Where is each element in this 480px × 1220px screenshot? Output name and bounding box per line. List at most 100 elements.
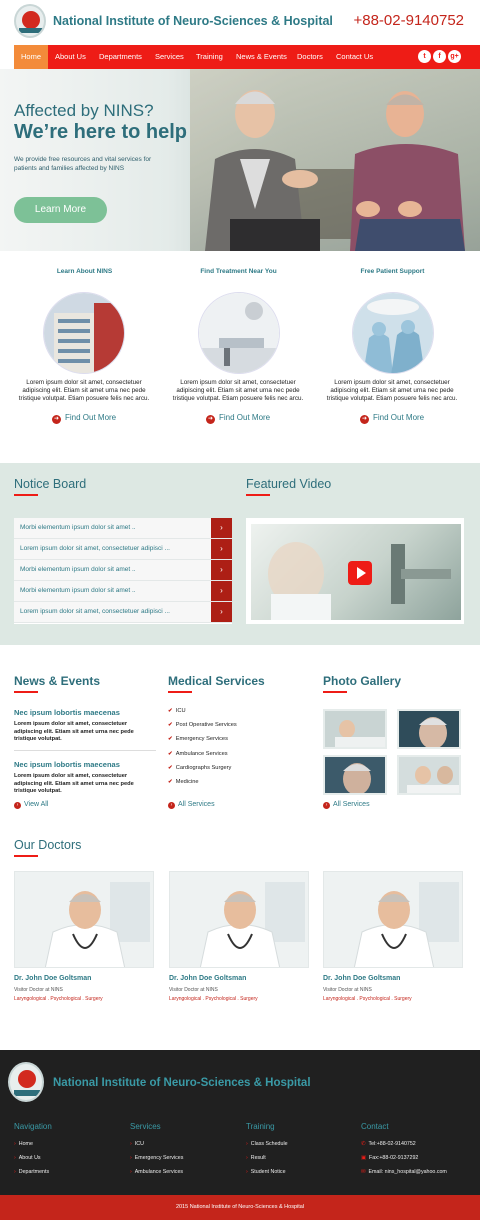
footer-link-emergency[interactable]: › Emergency Services <box>130 1155 183 1161</box>
news-events-heading: News & Events <box>14 674 101 688</box>
nav-item-news-events[interactable]: News & Events <box>236 45 287 69</box>
gallery-photo[interactable] <box>323 709 387 749</box>
doctor-photo[interactable] <box>14 871 154 968</box>
column-text: Lorem ipsum dolor sit amet, consectetuer… <box>172 379 304 402</box>
chevron-right-icon[interactable]: › <box>211 518 232 538</box>
site-title[interactable]: National Institute of Neuro-Sciences & H… <box>53 14 333 28</box>
footer-link-class-schedule[interactable]: › Class Schedule <box>246 1141 288 1147</box>
chevron-right-icon[interactable]: › <box>211 581 232 601</box>
service-item[interactable]: ✔ Ambulance Services <box>168 751 228 757</box>
heading-underline <box>14 855 38 857</box>
doctor-specialties: Laryngological . Psychological . Surgery <box>169 996 258 1002</box>
phone-icon: ✆ <box>361 1141 366 1147</box>
check-icon: ✔ <box>168 708 173 714</box>
featured-video[interactable] <box>246 518 464 624</box>
footer-link-label: ICU <box>134 1141 144 1147</box>
gallery-all-link[interactable]: › All Services <box>323 801 370 809</box>
nav-item-doctors[interactable]: Doctors <box>297 45 323 69</box>
all-services-link[interactable]: › All Services <box>168 801 215 809</box>
doctor-name[interactable]: Dr. John Doe Goltsman <box>14 975 91 982</box>
arrow-right-icon: ➜ <box>360 415 369 424</box>
column-find-treatment: Find Treatment Near You <box>166 268 311 275</box>
link-label: Find Out More <box>219 413 271 422</box>
hero-body: We provide free resources and vital serv… <box>14 156 152 172</box>
arrow-right-icon: › <box>168 802 175 809</box>
photo-gallery-heading: Photo Gallery <box>323 674 402 688</box>
footer-contact-email[interactable]: ✉ Email: nins_hospital@yahoo.com <box>361 1169 447 1175</box>
nav-item-home[interactable]: Home <box>14 45 49 69</box>
link-label: Find Out More <box>373 413 425 422</box>
check-icon: ✔ <box>168 765 173 771</box>
footer-link-departments[interactable]: › Departments <box>14 1169 49 1175</box>
footer-contact-label: Fax:+88-02-9137292 <box>369 1155 419 1161</box>
notice-text: Lorem ipsum dolor sit amet, consectetuer… <box>20 545 170 552</box>
service-label: Emergency Services <box>175 736 228 742</box>
nav-item-departments[interactable]: Departments <box>99 45 142 69</box>
find-out-more-link[interactable]: ➜ Find Out More <box>206 413 270 424</box>
facebook-icon[interactable]: f <box>433 50 446 63</box>
column-title: Free Patient Support <box>360 268 425 275</box>
news-title[interactable]: Nec ipsum lobortis maecenas <box>14 708 120 717</box>
column-title: Find Treatment Near You <box>200 268 277 275</box>
footer-link-ambulance[interactable]: › Ambulance Services <box>130 1169 183 1175</box>
google-plus-icon[interactable]: g+ <box>448 50 461 63</box>
view-all-link[interactable]: › View All <box>14 801 48 809</box>
link-label: View All <box>24 801 49 808</box>
service-item[interactable]: ✔ Emergency Services <box>168 736 228 742</box>
video-thumbnail[interactable] <box>251 524 461 620</box>
divider <box>14 750 156 751</box>
play-icon[interactable] <box>348 561 372 585</box>
service-item[interactable]: ✔ Post Operative Services <box>168 722 237 728</box>
chevron-right-icon[interactable]: › <box>211 560 232 580</box>
notice-item[interactable]: Morbi elementum ipsum dolor sit amet .. › <box>14 518 232 539</box>
heading-underline <box>246 494 270 496</box>
learn-more-button[interactable]: Learn More <box>14 197 107 223</box>
service-label: ICU <box>175 708 186 714</box>
twitter-icon[interactable]: t <box>418 50 431 63</box>
footer-link-student-notice[interactable]: › Student Notice <box>246 1169 286 1175</box>
footer-contact-fax[interactable]: ▣ Fax:+88-02-9137292 <box>361 1155 418 1161</box>
chevron-right-icon: › <box>130 1155 132 1161</box>
arrow-right-icon: ➜ <box>52 415 61 424</box>
footer-link-home[interactable]: › Home <box>14 1141 33 1147</box>
service-item[interactable]: ✔ Cardiographs Surgery <box>168 765 231 771</box>
heading-underline <box>14 691 38 693</box>
footer-link-icu[interactable]: › ICU <box>130 1141 144 1147</box>
column-patient-support: Free Patient Support <box>320 268 465 275</box>
doctor-role: Visitor Doctor at NINS <box>323 987 372 993</box>
chevron-right-icon: › <box>130 1141 132 1147</box>
footer-logo-icon[interactable] <box>8 1062 44 1102</box>
gallery-photo[interactable] <box>397 755 461 795</box>
nav-item-training[interactable]: Training <box>196 45 223 69</box>
hero-photo <box>190 69 480 251</box>
find-out-more-link[interactable]: ➜ Find Out More <box>360 413 424 424</box>
doctor-photo[interactable] <box>169 871 309 968</box>
doctor-name[interactable]: Dr. John Doe Goltsman <box>323 975 400 982</box>
notice-item[interactable]: Morbi elementum ipsum dolor sit amet .. › <box>14 581 232 602</box>
gallery-photo[interactable] <box>397 709 461 749</box>
doctor-name[interactable]: Dr. John Doe Goltsman <box>169 975 246 982</box>
service-item[interactable]: ✔ Medicine <box>168 779 199 785</box>
find-out-more-link[interactable]: ➜ Find Out More <box>52 413 116 424</box>
footer-contact-tel[interactable]: ✆ Tel:+88-02-9140752 <box>361 1141 416 1147</box>
service-item[interactable]: ✔ ICU <box>168 708 186 714</box>
nav-item-about-us[interactable]: About Us <box>55 45 86 69</box>
arrow-right-icon: › <box>323 802 330 809</box>
heading-underline <box>168 691 192 693</box>
footer-link-about[interactable]: › About Us <box>14 1155 41 1161</box>
logo-icon[interactable] <box>14 4 46 38</box>
nav-item-services[interactable]: Services <box>155 45 184 69</box>
footer-link-label: Student Notice <box>250 1169 286 1175</box>
link-label: Find Out More <box>65 413 117 422</box>
notice-item[interactable]: Lorem ipsum dolor sit amet, consectetuer… <box>14 602 232 623</box>
gallery-photo[interactable] <box>323 755 387 795</box>
doctor-photo[interactable] <box>323 871 463 968</box>
footer-link-result[interactable]: › Result <box>246 1155 266 1161</box>
chevron-right-icon[interactable]: › <box>211 602 232 622</box>
news-title[interactable]: Nec ipsum lobortis maecenas <box>14 760 120 769</box>
nav-item-contact-us[interactable]: Contact Us <box>336 45 373 69</box>
chevron-right-icon[interactable]: › <box>211 539 232 559</box>
notice-item[interactable]: Lorem ipsum dolor sit amet, consectetuer… <box>14 539 232 560</box>
notice-item[interactable]: Morbi elementum ipsum dolor sit amet .. › <box>14 560 232 581</box>
news-text: Lorem ipsum dolor sit amet, consectetuer… <box>14 773 134 794</box>
